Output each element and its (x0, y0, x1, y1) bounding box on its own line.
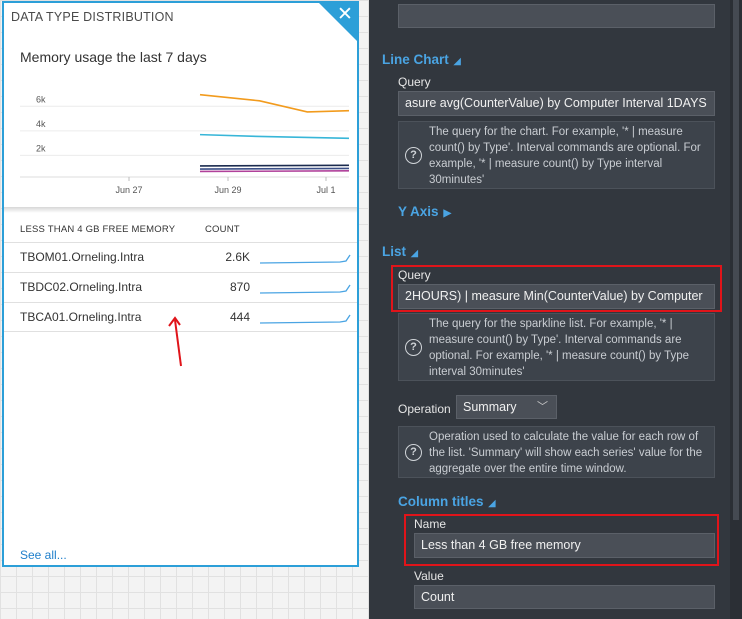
collapse-triangle-icon: ◢ (453, 56, 461, 66)
column-titles-section[interactable]: Column titles ◢ (398, 494, 495, 509)
list-header-name: LESS THAN 4 GB FREE MEMORY (20, 224, 176, 235)
chart-series-line (199, 164, 350, 167)
collapse-triangle-icon: ◢ (488, 498, 496, 508)
list-query-help: ? The query for the sparkline list. For … (398, 313, 715, 381)
column-name-label: Name (414, 517, 447, 531)
see-all-link[interactable]: See all... (20, 548, 67, 562)
y-tick-label: 2k (36, 143, 46, 153)
list-header-count: COUNT (205, 224, 240, 235)
column-name-input[interactable]: Less than 4 GB free memory (414, 533, 715, 558)
operation-select-value: Summary (463, 400, 517, 414)
memory-line-chart: 2k 4k 6k Jun 27 Jun 29 Jul 1 (20, 93, 350, 195)
list-query-label: Query (398, 268, 431, 282)
line-chart-help-text: The query for the chart. For example, '*… (429, 126, 701, 186)
chevron-down-icon: ﹀ (537, 401, 548, 413)
chart-title: Memory usage the last 7 days (20, 49, 207, 65)
row-computer-name: TBCA01.Orneling.Intra (20, 310, 142, 324)
collapse-triangle-icon: ◢ (411, 248, 418, 258)
row-count: 2.6K (225, 250, 250, 264)
data-type-distribution-tile[interactable]: DATA TYPE DISTRIBUTION ✕ Memory usage th… (2, 1, 359, 567)
list-query-input[interactable]: 2HOURS) | measure Min(CounterValue) by C… (398, 284, 715, 309)
line-chart-query-label: Query (398, 75, 431, 89)
help-icon: ? (405, 339, 422, 356)
chart-series-line (199, 170, 350, 173)
row-sparkline (260, 284, 351, 294)
column-value-label: Value (414, 569, 444, 583)
list-section[interactable]: List ◢ (382, 244, 418, 259)
tile-title: DATA TYPE DISTRIBUTION (11, 10, 174, 24)
x-tick-label: Jun 29 (214, 185, 241, 195)
row-computer-name: TBOM01.Orneling.Intra (20, 250, 145, 264)
row-count: 870 (229, 280, 250, 294)
list-row[interactable]: TBDC02.Orneling.Intra 870 (4, 272, 357, 302)
row-computer-name: TBDC02.Orneling.Intra (20, 280, 143, 294)
row-sparkline (260, 314, 351, 324)
help-icon: ? (405, 444, 422, 461)
x-tick-label: Jun 27 (115, 185, 142, 195)
expand-triangle-icon: ▶ (443, 208, 452, 219)
x-tick-label: Jul 1 (316, 185, 335, 195)
line-chart-query-input[interactable]: asure avg(CounterValue) by Computer Inte… (398, 91, 715, 116)
operation-label: Operation (398, 402, 451, 416)
operation-help-text: Operation used to calculate the value fo… (429, 431, 703, 475)
row-sparkline (260, 254, 351, 264)
operation-help: ? Operation used to calculate the value … (398, 426, 715, 478)
y-tick-label: 4k (36, 119, 46, 129)
list-query-help-text: The query for the sparkline list. For ex… (429, 318, 690, 378)
chart-series-line (199, 93, 350, 113)
red-arrow-annotation (168, 316, 182, 367)
line-chart-help: ? The query for the chart. For example, … (398, 121, 715, 189)
column-value-input[interactable]: Count (414, 585, 715, 609)
y-tick-label: 6k (36, 94, 46, 104)
chart-series-line (199, 167, 350, 170)
help-icon: ? (405, 147, 422, 164)
y-axis-section[interactable]: Y Axis ▶ (398, 204, 451, 219)
column-titles-section-title: Column titles (398, 494, 484, 509)
chart-series-line (199, 133, 350, 140)
line-chart-section[interactable]: Line Chart ◢ (382, 52, 461, 67)
operation-select[interactable]: Summary ﹀ (456, 395, 557, 419)
panel-scrollbar[interactable] (730, 0, 742, 619)
row-count: 444 (229, 310, 250, 324)
line-chart-section-title: Line Chart (382, 52, 449, 67)
chart-divider (4, 207, 357, 213)
scrollbar-thumb[interactable] (733, 0, 739, 520)
top-input-field[interactable] (398, 4, 715, 28)
y-axis-section-title: Y Axis (398, 204, 439, 219)
list-section-title: List (382, 244, 407, 259)
close-icon[interactable]: ✕ (336, 5, 354, 24)
list-row[interactable]: TBOM01.Orneling.Intra 2.6K (4, 242, 357, 272)
